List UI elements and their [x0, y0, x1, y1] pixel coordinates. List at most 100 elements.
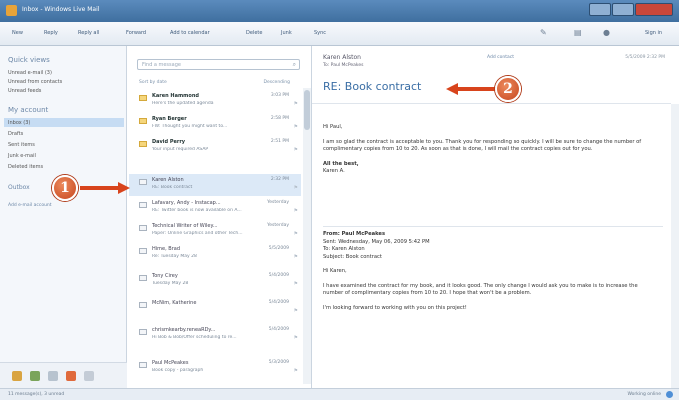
new-button[interactable]: New: [12, 30, 23, 36]
add-contact-link[interactable]: Add contact: [487, 55, 514, 60]
message-row[interactable]: Technical Writer of Wiley... Paper: Onli…: [129, 220, 301, 242]
message-row[interactable]: Karen Hammond Here's the updated agenda …: [129, 90, 301, 112]
message-sender: Paul McPeakes: [152, 360, 189, 366]
reply-button[interactable]: Reply: [44, 30, 58, 36]
reply-all-button[interactable]: Reply all: [78, 30, 99, 36]
quote-sent: Sent: Wednesday, May 06, 2009 5:42 PM: [323, 238, 430, 245]
message-row[interactable]: McNim, Katherine 5/4/2009 ⚑: [129, 297, 301, 319]
minimize-button[interactable]: [589, 3, 611, 16]
message-date: 2:51 PM: [270, 139, 289, 144]
quick-view-unread-contacts[interactable]: Unread from contacts: [8, 79, 62, 85]
message-subject: Your input required ASAP: [152, 147, 209, 152]
search-input[interactable]: Find a message ⌕: [137, 59, 300, 70]
flag-icon[interactable]: ⚑: [294, 101, 298, 107]
feeds-icon[interactable]: [66, 371, 76, 381]
folder-junk[interactable]: Junk e-mail: [8, 153, 36, 159]
scrollbar-thumb[interactable]: [304, 90, 310, 130]
message-subject: RE: Book contract: [152, 185, 193, 190]
folder-sent[interactable]: Sent items: [8, 142, 35, 148]
folder-inbox[interactable]: Inbox (3): [8, 120, 30, 126]
sort-by-menu[interactable]: Sort by date: [139, 80, 167, 85]
junk-button[interactable]: Junk: [281, 30, 292, 36]
page-icon[interactable]: ▤: [574, 28, 584, 38]
outbox-header[interactable]: Outbox: [8, 184, 30, 191]
message-row[interactable]: Tony Cirey Tuesday May 28 5/4/2009 ⚑: [129, 270, 301, 292]
add-to-calendar-button[interactable]: Add to calendar: [170, 30, 210, 36]
quote-greeting: Hi Karen,: [323, 268, 347, 274]
mail-icon[interactable]: [12, 371, 22, 381]
message-date: 5/5/2009: [268, 246, 289, 251]
flag-icon[interactable]: ⚑: [294, 124, 298, 130]
message-subject: Hi Bob & Bob/Offer scheduling to re...: [152, 335, 237, 340]
message-date-header: 5/5/2009 2:32 PM: [625, 55, 665, 60]
message-sender: chrismkearby.reneaRDy...: [152, 327, 216, 333]
quick-views-header[interactable]: Quick views: [8, 56, 50, 64]
quick-view-unread-feeds[interactable]: Unread feeds: [8, 88, 41, 94]
flag-icon[interactable]: ⚑: [294, 208, 298, 214]
message-subject: Re: Tuesday May 28: [152, 254, 197, 259]
window-controls: [589, 3, 673, 16]
message-sender: Tony Cirey: [152, 273, 178, 279]
flag-icon[interactable]: ⚑: [294, 368, 298, 374]
flag-icon[interactable]: ⚑: [294, 335, 298, 341]
delete-button[interactable]: Delete: [246, 30, 262, 36]
message-row[interactable]: Lafavary, Andy - Instacap... RE: Twitter…: [129, 197, 301, 219]
status-bar: 11 message(s), 3 unread Working online: [0, 388, 679, 400]
contacts-icon[interactable]: [48, 371, 58, 381]
unread-envelope-icon: [139, 141, 147, 147]
read-envelope-icon: [139, 248, 147, 254]
newsgroups-icon[interactable]: [84, 371, 94, 381]
pen-icon[interactable]: ✎: [540, 28, 550, 38]
sort-bar: Sort by date Descending: [127, 78, 312, 88]
reading-pane-scrollbar[interactable]: [671, 104, 679, 388]
message-count-status: 11 message(s), 3 unread: [8, 392, 65, 397]
message-row[interactable]: Paul McPeakes Book copy - paragraph 5/3/…: [129, 357, 301, 379]
add-account-link[interactable]: Add e-mail account: [8, 203, 52, 208]
message-date: 2:32 PM: [270, 177, 289, 182]
quoted-message: From: Paul McPeakes Sent: Wednesday, May…: [323, 231, 658, 319]
account-header[interactable]: My account: [8, 106, 48, 114]
unread-envelope-icon: [139, 118, 147, 124]
maximize-button[interactable]: [612, 3, 634, 16]
message-row[interactable]: Ryan Berger FW: Thought you might want t…: [129, 113, 301, 135]
message-subject: Here's the updated agenda: [152, 101, 214, 106]
help-icon[interactable]: ●: [603, 28, 613, 38]
step-callout-1: 1: [52, 175, 78, 201]
message-date: 5/3/2009: [268, 360, 289, 365]
message-row[interactable]: Hime, Brad Re: Tuesday May 28 5/5/2009 ⚑: [129, 243, 301, 265]
message-subject: FW: Thought you might want to...: [152, 124, 228, 129]
calendar-icon[interactable]: [30, 371, 40, 381]
flag-icon[interactable]: ⚑: [294, 147, 298, 153]
flag-icon[interactable]: ⚑: [294, 308, 298, 314]
flag-icon[interactable]: ⚑: [294, 281, 298, 287]
folder-drafts[interactable]: Drafts: [8, 131, 23, 137]
folder-deleted[interactable]: Deleted items: [8, 164, 43, 170]
flag-icon[interactable]: ⚑: [294, 254, 298, 260]
callout-1-arrow-shaft: [80, 186, 120, 190]
close-button[interactable]: [635, 3, 673, 16]
message-row[interactable]: chrismkearby.reneaRDy... Hi Bob & Bob/Of…: [129, 324, 301, 346]
sort-order-menu[interactable]: Descending: [264, 80, 291, 85]
message-row[interactable]: David Perry Your input required ASAP 2:5…: [129, 136, 301, 158]
message-date: 3:03 PM: [270, 93, 289, 98]
message-from[interactable]: Karen Alston: [323, 54, 361, 61]
quick-view-unread-email[interactable]: Unread e-mail (3): [8, 70, 52, 76]
message-list-scrollbar[interactable]: [303, 88, 311, 384]
forward-button[interactable]: Forward: [126, 30, 146, 36]
sync-button[interactable]: Sync: [314, 30, 326, 36]
message-date: Yesterday: [267, 223, 289, 228]
online-status-icon: [666, 391, 673, 398]
header-divider: [312, 103, 671, 104]
search-icon[interactable]: ⌕: [293, 61, 296, 69]
flag-icon[interactable]: ⚑: [294, 231, 298, 237]
read-envelope-icon: [139, 202, 147, 208]
sign-in-link[interactable]: Sign in: [645, 30, 662, 36]
flag-icon[interactable]: ⚑: [294, 185, 298, 191]
command-toolbar: New Reply Reply all Forward Add to calen…: [0, 22, 679, 46]
message-sender: Karen Hammond: [152, 93, 199, 99]
message-row-selected[interactable]: Karen Alston RE: Book contract 2:32 PM ⚑: [129, 174, 301, 196]
body-greeting: Hi Paul,: [323, 124, 343, 130]
message-sender: Hime, Brad: [152, 246, 180, 252]
callout-2-arrow-shaft: [458, 87, 496, 91]
body-closing: All the best,: [323, 160, 359, 167]
